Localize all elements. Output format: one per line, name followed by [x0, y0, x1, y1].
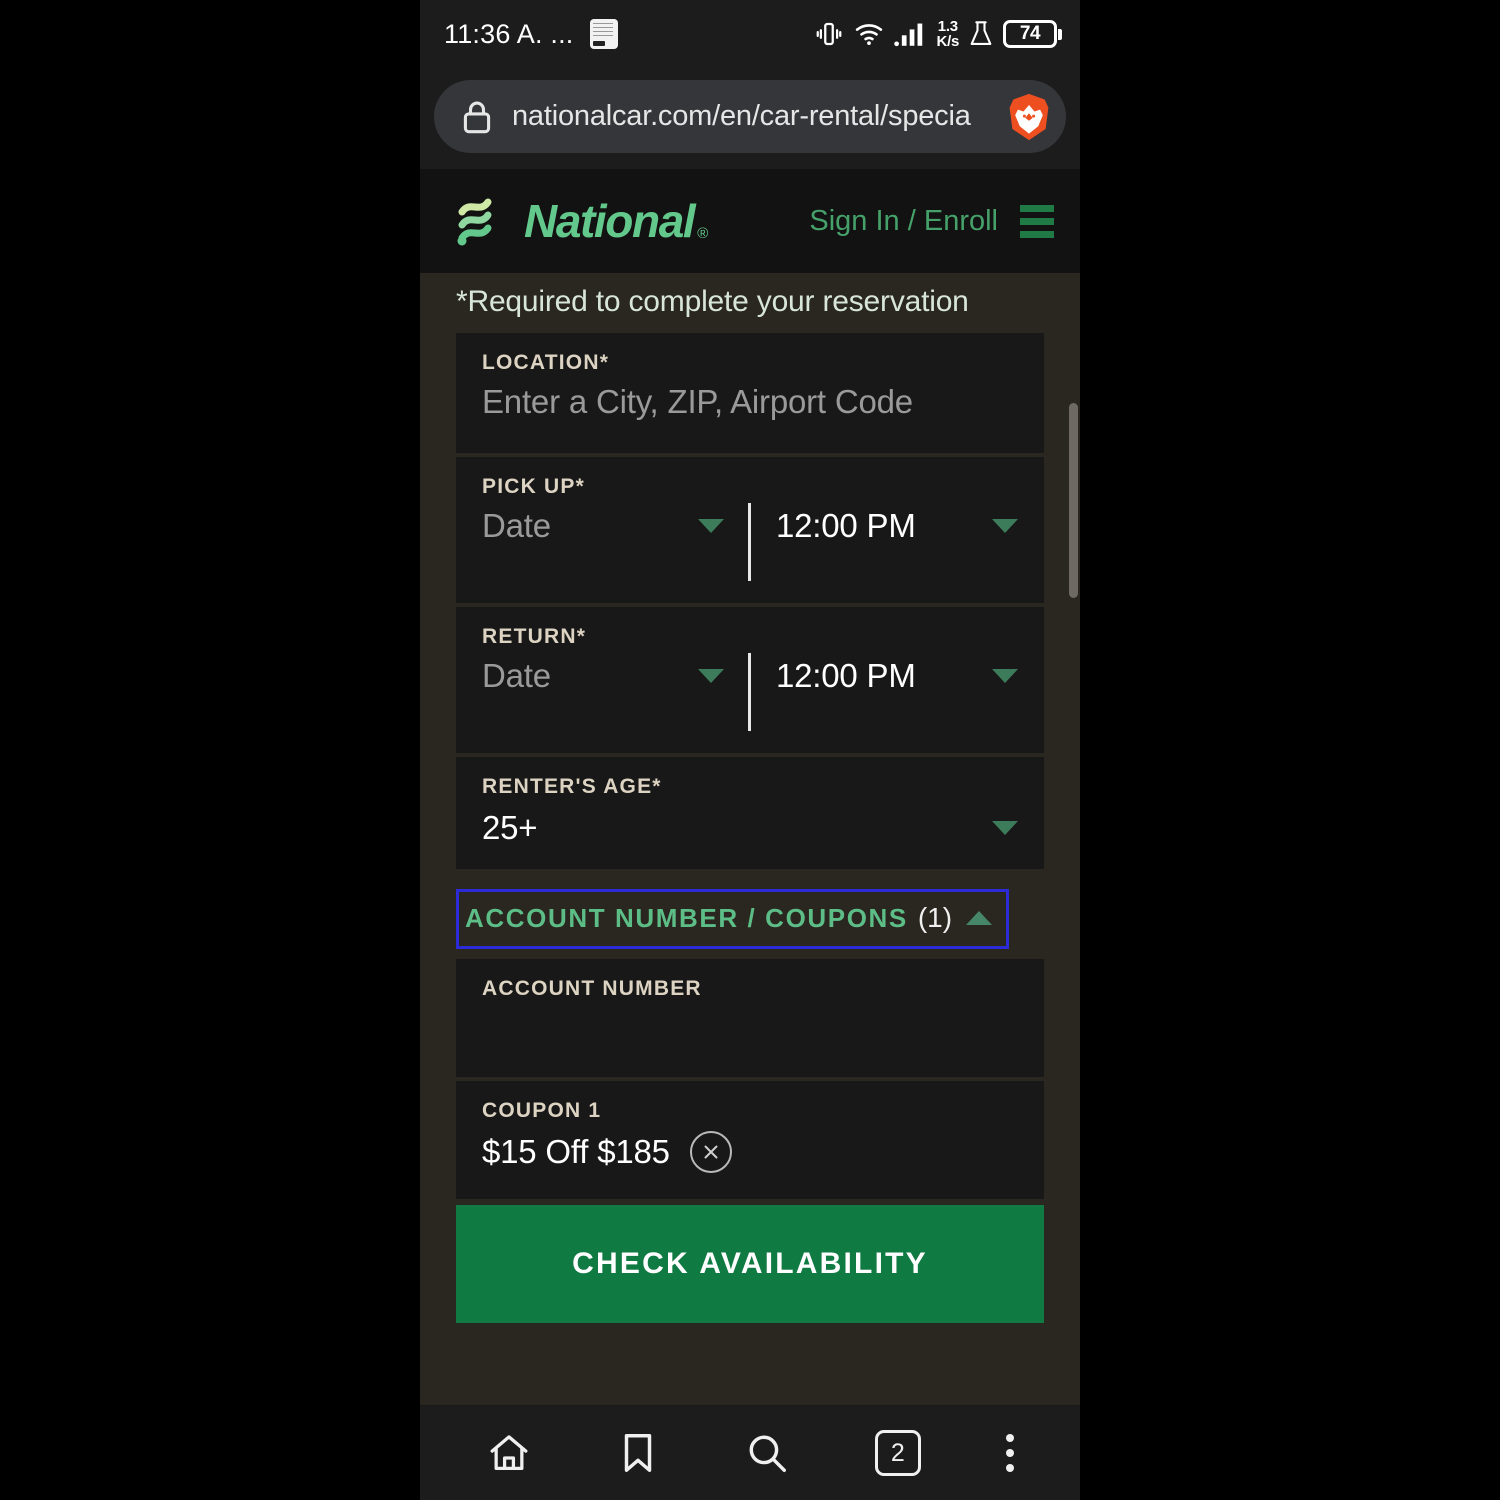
- required-note: *Required to complete your reservation: [456, 285, 969, 318]
- phone-screen: 11:36 A. ... 1.3 K/s 74 nationalcar.com/…: [420, 0, 1080, 1500]
- return-date-value: Date: [482, 657, 551, 694]
- vibrate-icon: [816, 22, 841, 46]
- renters-age-value: 25+: [482, 809, 538, 846]
- header-actions: Sign In / Enroll: [809, 204, 1054, 238]
- renters-age-field[interactable]: RENTER'S AGE* 25+: [456, 757, 1044, 869]
- wifi-icon: [855, 24, 882, 45]
- chevron-down-icon: [698, 669, 724, 683]
- coupon-1-label: COUPON 1: [482, 1099, 602, 1122]
- hamburger-menu-icon[interactable]: [1020, 204, 1054, 238]
- accordion-row: ACCOUNT NUMBER / COUPONS (1): [456, 873, 1044, 959]
- browser-bottom-nav: 2: [420, 1406, 1080, 1500]
- registered-mark: ®: [697, 225, 709, 242]
- field-divider: [748, 653, 751, 731]
- account-coupons-accordion-toggle[interactable]: ACCOUNT NUMBER / COUPONS (1): [456, 889, 1010, 949]
- reservation-form: LOCATION* Enter a City, ZIP, Airport Cod…: [456, 333, 1044, 1323]
- sign-in-enroll-link[interactable]: Sign In / Enroll: [809, 205, 998, 238]
- kebab-menu-icon[interactable]: [1005, 1434, 1014, 1472]
- tab-count-button[interactable]: 2: [874, 1430, 921, 1476]
- chevron-down-icon: [992, 519, 1018, 533]
- return-time-value: 12:00 PM: [776, 657, 916, 694]
- pickup-time-select[interactable]: 12:00 PM: [748, 503, 1018, 581]
- account-number-label: ACCOUNT NUMBER: [482, 977, 702, 1000]
- page-content: *Required to complete your reservation L…: [420, 273, 1080, 1405]
- accordion-label: ACCOUNT NUMBER / COUPONS: [465, 902, 908, 933]
- return-date-select[interactable]: Date: [482, 657, 748, 695]
- pickup-time-value: 12:00 PM: [776, 507, 916, 544]
- battery-cap: [1058, 28, 1062, 40]
- status-bar-clock: 11:36 A. ...: [444, 18, 574, 49]
- accordion-count: (1): [917, 902, 953, 933]
- site-header: National ® Sign In / Enroll: [420, 169, 1080, 273]
- chevron-down-icon: [698, 519, 724, 533]
- network-speed-unit: K/s: [936, 33, 960, 50]
- battery-level: 74: [1003, 20, 1057, 48]
- url-text: nationalcar.com/en/car-rental/specia: [512, 100, 971, 132]
- chevron-down-icon: [992, 821, 1018, 835]
- address-bar[interactable]: nationalcar.com/en/car-rental/specia: [434, 80, 1066, 153]
- return-field: RETURN* Date 12:00 PM: [456, 607, 1044, 753]
- national-waves-logo-icon: [457, 198, 492, 246]
- network-speed-value: 1.3: [937, 18, 958, 35]
- pickup-date-value: Date: [482, 507, 551, 544]
- brave-lion-icon[interactable]: [1006, 93, 1052, 141]
- coupon-1-field: COUPON 1 $15 Off $185: [456, 1081, 1044, 1199]
- signal-bars-icon: [893, 23, 922, 47]
- national-logo[interactable]: National ®: [456, 192, 708, 250]
- book-icon: [589, 19, 618, 49]
- browser-toolbar: nationalcar.com/en/car-rental/specia: [420, 68, 1080, 169]
- location-label: LOCATION*: [482, 351, 610, 374]
- lock-icon: [463, 101, 491, 133]
- home-icon[interactable]: [486, 1430, 532, 1476]
- pickup-field: PICK UP* Date 12:00 PM: [456, 457, 1044, 603]
- location-input[interactable]: Enter a City, ZIP, Airport Code: [482, 383, 1018, 421]
- flask-icon: [970, 21, 992, 45]
- close-circle-icon[interactable]: [689, 1131, 732, 1173]
- return-label: RETURN*: [482, 625, 587, 648]
- field-divider: [748, 503, 751, 581]
- page-scrollbar[interactable]: [1069, 403, 1078, 598]
- pickup-label: PICK UP*: [482, 475, 585, 498]
- pickup-date-select[interactable]: Date: [482, 507, 748, 545]
- renters-age-label: RENTER'S AGE*: [482, 775, 662, 798]
- network-speed-indicator: 1.3 K/s: [936, 18, 960, 50]
- coupon-1-value: $15 Off $185: [482, 1133, 670, 1170]
- status-bar-icons: 1.3 K/s 74: [814, 19, 1062, 49]
- status-bar: 11:36 A. ... 1.3 K/s 74: [420, 0, 1080, 68]
- national-wordmark: National: [524, 195, 696, 247]
- return-time-select[interactable]: 12:00 PM: [748, 653, 1018, 731]
- bookmark-icon[interactable]: [617, 1430, 659, 1476]
- account-number-field[interactable]: ACCOUNT NUMBER: [456, 959, 1044, 1077]
- search-icon[interactable]: [744, 1430, 790, 1476]
- battery-indicator: 74: [1003, 20, 1062, 48]
- chevron-up-icon: [966, 911, 993, 925]
- location-field[interactable]: LOCATION* Enter a City, ZIP, Airport Cod…: [456, 333, 1044, 453]
- check-availability-button[interactable]: CHECK AVAILABILITY: [456, 1205, 1044, 1323]
- chevron-down-icon: [992, 669, 1018, 683]
